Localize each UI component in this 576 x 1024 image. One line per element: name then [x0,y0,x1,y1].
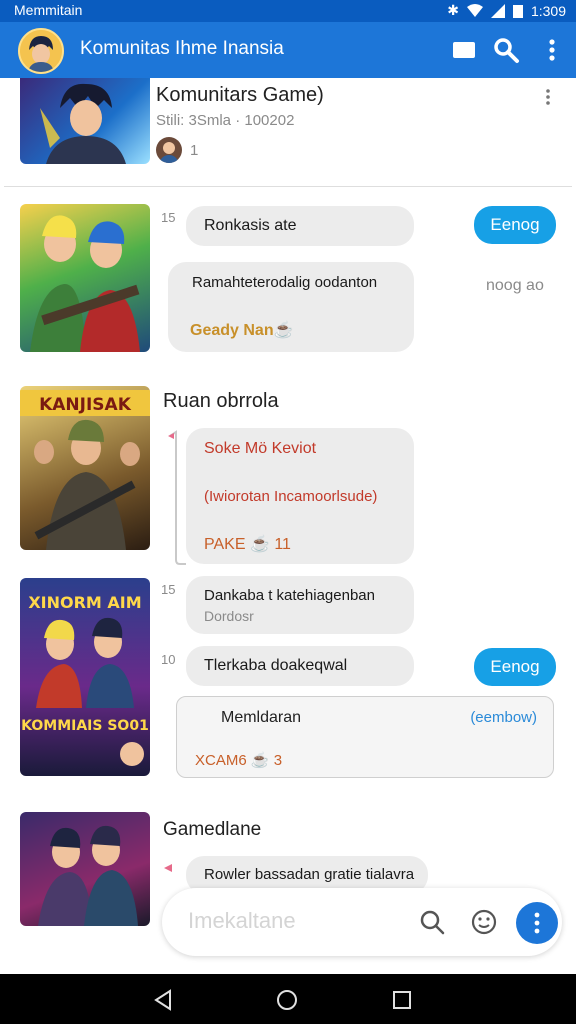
status-icons: ✱ 1:309 [447,2,566,19]
search-icon[interactable] [492,36,520,64]
status-bar: Memmitain ✱ 1:309 [0,0,576,22]
message-text: Ramahteterodalig oodanton [192,274,378,291]
battery-icon [512,4,523,18]
bluetooth-icon: ✱ [447,2,459,18]
pin-icon [164,864,172,872]
home-icon[interactable] [276,989,298,1011]
poster-text: KANJISAK [39,395,132,415]
community-avatar[interactable] [18,28,64,74]
post-thumbnail-1[interactable] [20,204,150,352]
event-card[interactable]: Memldaran (eembow) XCAM6 ☕ 3 [176,696,554,778]
event-body: (Iwiorotan Incamoorlsude) [204,488,378,505]
divider [4,186,572,187]
message-bubble[interactable]: Dankaba t katehiagenban Dordosr [186,576,414,634]
emoji-icon[interactable] [470,908,498,936]
post-thumbnail-2[interactable]: KANJISAK [20,386,150,550]
post-thumbnail-4[interactable] [20,812,150,926]
more-button[interactable] [516,902,558,944]
member-avatar [156,137,182,163]
recents-icon[interactable] [392,990,412,1010]
message-bubble[interactable]: Tlerkaba doakeqwal [186,646,414,686]
wifi-icon [466,3,483,17]
event-footer: PAKE ☕ 11 [204,536,291,553]
message-bubble[interactable]: Ronkasis ate [186,206,414,246]
poster-top-text: XINORM AIM [28,593,141,612]
event-title: Soke Mö Keviot [204,440,317,457]
post-thumbnail-3[interactable]: XINORM AIM KOMMIAIS SO01 [20,578,150,776]
status-carrier: Memmitain [14,2,83,18]
message-card[interactable]: Ramahteterodalig oodanton Geady Nan☕ [168,262,414,352]
side-status: noog ao [486,277,544,294]
post-time: 10 [161,652,176,667]
message-tag: Geady Nan☕ [190,322,294,339]
group-subtitle: Stili: 3Smla · 100202 [156,112,295,129]
post-title: Ruan obrrola [163,390,279,412]
event-link[interactable]: (eembow) [470,709,537,726]
group-thumbnail[interactable] [20,78,150,164]
status-time: 1:309 [530,2,566,19]
thread-line-icon [168,430,186,565]
post-time: 15 [161,582,176,597]
event-footer: XCAM6 ☕ 3 [195,752,283,769]
app-bar: Komunitas Ihme Inansia [0,22,576,78]
send-button[interactable]: Eenog [474,206,556,244]
search-icon[interactable] [418,908,446,936]
app-title: Komunitas Ihme Inansia [80,38,284,59]
post-title: Gamedlane [163,819,262,840]
send-button[interactable]: Eenog [474,648,556,686]
system-nav-bar [0,974,576,1024]
more-vert-icon [534,912,540,934]
back-icon[interactable] [152,989,174,1011]
event-card[interactable]: Soke Mö Keviot (Iwiorotan Incamoorlsude)… [186,428,414,564]
member-count: 1 [190,142,199,159]
composer-input[interactable]: Imekaltane [188,908,296,934]
chat-icon[interactable] [450,36,478,64]
message-text: Dankaba t katehiagenban [204,587,375,604]
group-more-icon[interactable] [540,88,556,108]
group-title: Komunitars Game) [156,84,324,106]
event-title: Memldaran [221,709,302,726]
post-time: 15 [161,210,176,225]
message-composer: Imekaltane [162,888,562,956]
more-vert-icon[interactable] [538,36,566,64]
poster-bottom-text: KOMMIAIS SO01 [21,718,149,734]
signal-icon [490,3,505,18]
message-subtext: Dordosr [204,608,254,624]
